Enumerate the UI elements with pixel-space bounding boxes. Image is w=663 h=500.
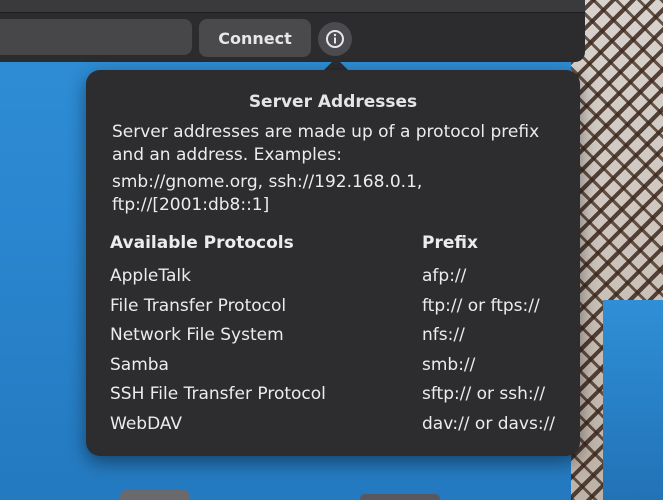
- protocol-name: Samba: [110, 354, 169, 375]
- protocol-name: SSH File Transfer Protocol: [110, 384, 326, 404]
- dialog-header: Connect: [0, 0, 585, 62]
- table-row: SSH File Transfer Protocol sftp:// or ss…: [110, 384, 560, 414]
- info-button[interactable]: [318, 22, 352, 56]
- background-sky: [603, 300, 663, 500]
- header-protocols: Available Protocols: [110, 233, 294, 253]
- connect-button[interactable]: Connect: [199, 19, 311, 57]
- info-icon: [326, 30, 344, 48]
- popover-title: Server Addresses: [248, 92, 418, 112]
- server-addresses-popover: Server Addresses Server addresses are ma…: [86, 70, 580, 456]
- title-strip: [0, 0, 585, 13]
- table-row: WebDAV dav:// or davs://: [110, 414, 560, 444]
- popover-description: Server addresses are made up of a protoc…: [112, 122, 540, 165]
- protocol-prefix: ftp:// or ftps://: [422, 295, 540, 316]
- protocol-prefix: afp://: [422, 266, 467, 286]
- protocols-table: Available Protocols Prefix AppleTalk afp…: [110, 233, 560, 443]
- header-prefix: Prefix: [422, 233, 478, 253]
- protocol-name: Network File System: [110, 325, 284, 345]
- table-row: AppleTalk afp://: [110, 266, 560, 296]
- server-address-input[interactable]: [0, 19, 192, 55]
- protocol-prefix: sftp:// or ssh://: [422, 384, 546, 404]
- protocol-name: File Transfer Protocol: [110, 295, 287, 316]
- protocol-prefix: smb://: [422, 354, 476, 375]
- protocol-prefix: dav:// or davs://: [422, 413, 556, 434]
- table-header: Available Protocols Prefix: [110, 233, 560, 266]
- protocol-name: AppleTalk: [110, 266, 191, 286]
- protocol-prefix: nfs://: [422, 325, 465, 345]
- table-row: Samba smb://: [110, 355, 560, 385]
- dock-item: [120, 490, 190, 500]
- table-row: Network File System nfs://: [110, 325, 560, 355]
- protocol-name: WebDAV: [110, 413, 183, 434]
- popover-examples: smb://gnome.org, ssh://192.168.0.1, ftp:…: [112, 172, 423, 215]
- table-row: File Transfer Protocol ftp:// or ftps://: [110, 296, 560, 326]
- dock-item: [360, 494, 440, 500]
